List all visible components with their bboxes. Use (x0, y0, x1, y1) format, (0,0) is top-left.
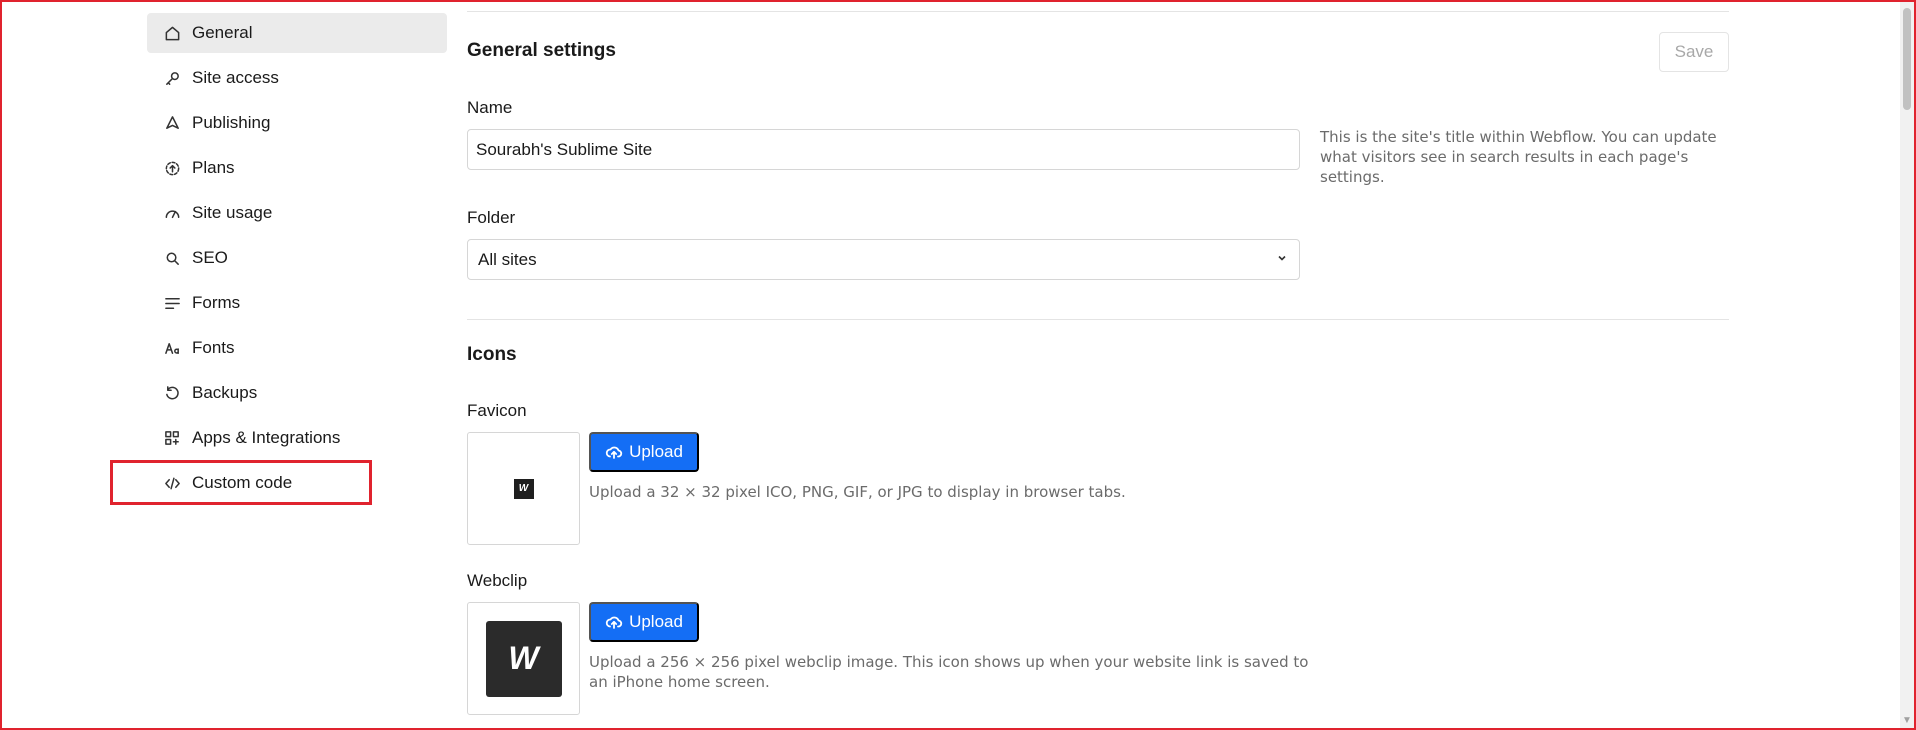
fonts-icon (163, 339, 181, 357)
upload-cloud-icon (605, 446, 623, 459)
icons-title: Icons (467, 344, 517, 365)
sidebar-item-label: Forms (192, 293, 241, 312)
webclip-description: Upload a 256 × 256 pixel webclip image. … (589, 653, 1309, 691)
sidebar-item-seo[interactable]: SEO (147, 238, 447, 278)
upload-button-label: Upload (629, 442, 683, 461)
settings-sidebar: General Site access Publishing Plans Sit… (147, 13, 447, 508)
rocket-icon (163, 114, 181, 132)
search-icon (163, 249, 181, 267)
sidebar-item-label: Plans (192, 158, 235, 177)
backup-icon (163, 384, 181, 402)
webclip-upload-button[interactable]: Upload (589, 602, 699, 642)
sidebar-item-label: General (192, 23, 253, 42)
sidebar-item-site-access[interactable]: Site access (147, 58, 447, 98)
webflow-logo-icon: W (513, 478, 534, 499)
divider (467, 319, 1729, 320)
sidebar-item-label: Site access (192, 68, 279, 87)
sidebar-item-publishing[interactable]: Publishing (147, 103, 447, 143)
custom-code-highlight (110, 460, 372, 505)
sidebar-item-label: Fonts (192, 338, 235, 357)
chevron-down-icon (1275, 250, 1289, 270)
sidebar-item-forms[interactable]: Forms (147, 283, 447, 323)
divider (467, 11, 1729, 12)
webclip-label: Webclip (467, 571, 528, 590)
key-icon (163, 69, 181, 87)
favicon-description: Upload a 32 × 32 pixel ICO, PNG, GIF, or… (589, 483, 1126, 501)
plans-icon (163, 159, 181, 177)
save-button[interactable]: Save (1659, 32, 1729, 72)
sidebar-item-label: Publishing (192, 113, 271, 132)
name-help-text: This is the site's title within Webflow.… (1320, 128, 1717, 186)
upload-cloud-icon (605, 616, 623, 629)
sidebar-item-general[interactable]: General (147, 13, 447, 53)
favicon-upload-button[interactable]: Upload (589, 432, 699, 472)
sidebar-item-apps-integrations[interactable]: Apps & Integrations (147, 418, 447, 458)
apps-icon (163, 429, 181, 447)
scroll-down-arrow-icon[interactable]: ▼ (1902, 716, 1912, 726)
name-label: Name (467, 98, 513, 117)
upload-button-label: Upload (629, 612, 683, 631)
forms-icon (163, 294, 181, 312)
sidebar-item-label: SEO (192, 248, 228, 267)
sidebar-item-site-usage[interactable]: Site usage (147, 193, 447, 233)
site-name-input[interactable] (467, 129, 1300, 170)
scrollbar-thumb[interactable] (1903, 8, 1911, 110)
sidebar-item-fonts[interactable]: Fonts (147, 328, 447, 368)
sidebar-item-label: Backups (192, 383, 258, 402)
favicon-preview: W (467, 432, 580, 545)
sidebar-item-backups[interactable]: Backups (147, 373, 447, 413)
folder-label: Folder (467, 208, 516, 227)
general-settings-title: General settings (467, 40, 616, 61)
favicon-label: Favicon (467, 401, 527, 420)
sidebar-item-label: Apps & Integrations (192, 428, 341, 447)
home-icon (163, 24, 181, 42)
sidebar-item-label: Site usage (192, 203, 273, 222)
webflow-logo-icon: W (485, 620, 562, 697)
vertical-scrollbar[interactable]: ▼ (1900, 2, 1914, 728)
sidebar-item-plans[interactable]: Plans (147, 148, 447, 188)
folder-select[interactable]: All sites (467, 239, 1300, 280)
gauge-icon (163, 204, 181, 222)
webclip-preview: W (467, 602, 580, 715)
folder-select-value: All sites (478, 249, 537, 269)
